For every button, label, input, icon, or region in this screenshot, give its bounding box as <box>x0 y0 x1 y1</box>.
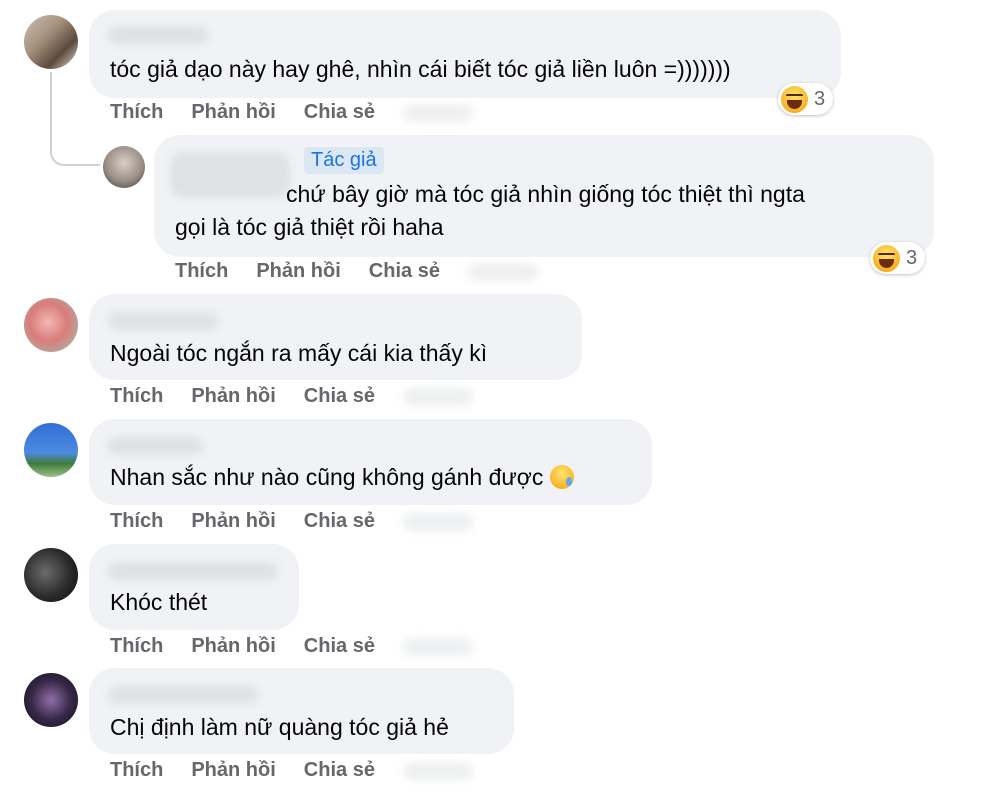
share-link[interactable]: Chia sẻ <box>304 635 375 658</box>
reply-link[interactable]: Phản hồi <box>191 759 275 782</box>
comment-text: Ngoài tóc ngắn ra mấy cái kia thấy kì <box>110 340 488 366</box>
comment-actions: Thích Phản hồi Chia sẻ <box>110 101 473 124</box>
reply-text-line1: chứ bây giờ mà tóc giả nhìn giống tóc th… <box>286 181 805 207</box>
comment-text: tóc giả dạo này hay ghê, nhìn cái biết t… <box>110 56 731 82</box>
share-link[interactable]: Chia sẻ <box>369 260 440 283</box>
reply-link[interactable]: Phản hồi <box>191 385 275 408</box>
timestamp-blurred[interactable] <box>467 262 538 281</box>
like-link[interactable]: Thích <box>110 510 163 533</box>
timestamp-blurred[interactable] <box>402 103 473 122</box>
author-avatar[interactable] <box>103 146 145 188</box>
timestamp-blurred[interactable] <box>402 387 473 406</box>
timestamp-blurred[interactable] <box>402 637 473 656</box>
commenter-name-blurred[interactable] <box>108 26 208 44</box>
reaction-count: 3 <box>906 246 918 269</box>
reply-link[interactable]: Phản hồi <box>191 635 275 658</box>
comment-text-content: Nhan sắc như nào cũng không gánh được <box>110 464 544 490</box>
timestamp-blurred[interactable] <box>402 512 473 531</box>
haha-icon <box>873 244 900 272</box>
commenter-avatar[interactable] <box>24 673 78 727</box>
reply-text-line2: gọi là tóc giả thiệt rồi haha <box>175 214 444 240</box>
reaction-count: 3 <box>814 87 826 110</box>
like-link[interactable]: Thích <box>175 260 228 283</box>
like-link[interactable]: Thích <box>110 635 163 658</box>
share-link[interactable]: Chia sẻ <box>304 510 375 533</box>
commenter-avatar[interactable] <box>24 15 78 69</box>
comment-text: Nhan sắc như nào cũng không gánh được <box>110 461 574 494</box>
comment-actions: Thích Phản hồi Chia sẻ <box>110 510 473 533</box>
share-link[interactable]: Chia sẻ <box>304 385 375 408</box>
commenter-name-blurred[interactable] <box>108 562 278 580</box>
share-link[interactable]: Chia sẻ <box>304 101 375 124</box>
author-name-blurred[interactable] <box>170 152 290 198</box>
reply-link[interactable]: Phản hồi <box>191 510 275 533</box>
like-link[interactable]: Thích <box>110 101 163 124</box>
comment-actions: Thích Phản hồi Chia sẻ <box>110 385 473 408</box>
like-link[interactable]: Thích <box>110 385 163 408</box>
reaction-summary[interactable]: 3 <box>778 83 834 115</box>
commenter-name-blurred[interactable] <box>108 686 258 704</box>
commenter-avatar[interactable] <box>24 423 78 477</box>
commenter-name-blurred[interactable] <box>108 312 218 330</box>
comment-actions: Thích Phản hồi Chia sẻ <box>110 635 473 658</box>
comment-text: Khóc thét <box>110 589 208 615</box>
haha-icon <box>781 85 808 113</box>
comment-text: Chị định làm nữ quàng tóc giả hẻ <box>110 714 449 740</box>
commenter-avatar[interactable] <box>24 298 78 352</box>
reply-link[interactable]: Phản hồi <box>191 101 275 124</box>
author-badge: Tác giả <box>304 147 384 174</box>
reply-thread-line <box>50 72 100 166</box>
reply-actions: Thích Phản hồi Chia sẻ <box>175 260 538 283</box>
reply-link[interactable]: Phản hồi <box>256 260 340 283</box>
commenter-avatar[interactable] <box>24 548 78 602</box>
share-link[interactable]: Chia sẻ <box>304 759 375 782</box>
comment-actions: Thích Phản hồi Chia sẻ <box>110 759 473 782</box>
commenter-name-blurred[interactable] <box>108 437 203 455</box>
like-link[interactable]: Thích <box>110 759 163 782</box>
crying-smile-emoji <box>549 465 574 489</box>
reaction-summary[interactable]: 3 <box>870 242 926 274</box>
timestamp-blurred[interactable] <box>402 761 473 780</box>
